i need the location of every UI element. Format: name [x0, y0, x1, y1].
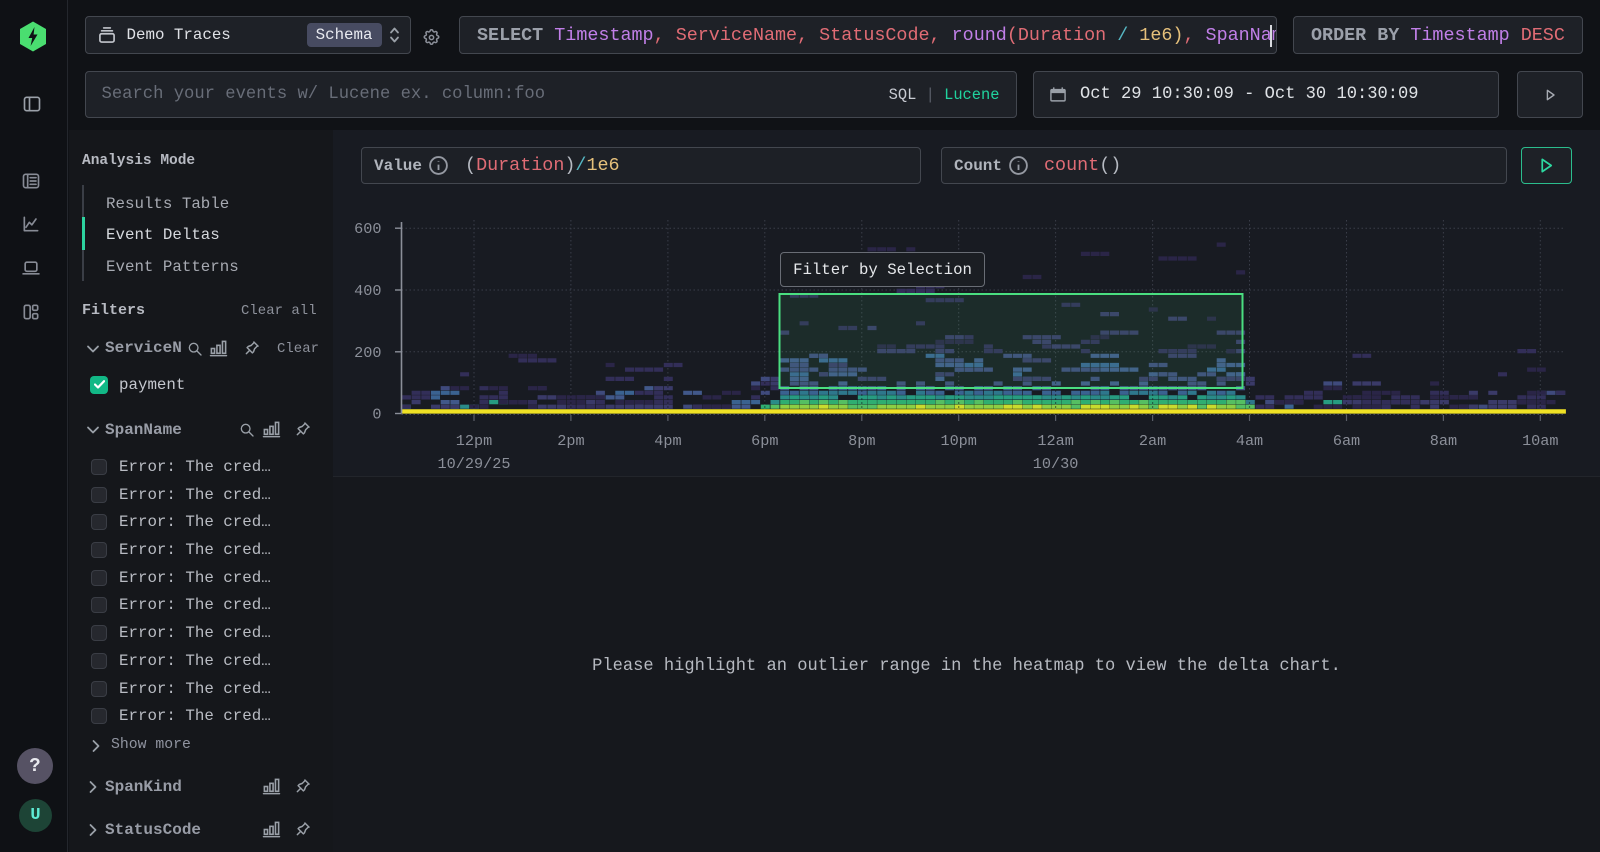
svg-text:400: 400: [354, 282, 381, 300]
svg-text:10/29/25: 10/29/25: [438, 455, 511, 473]
svg-text:8pm: 8pm: [848, 432, 875, 450]
svg-text:4pm: 4pm: [654, 432, 681, 450]
svg-text:4am: 4am: [1236, 432, 1263, 450]
svg-text:200: 200: [354, 344, 381, 362]
svg-text:12pm: 12pm: [456, 432, 492, 450]
svg-text:12am: 12am: [1037, 432, 1073, 450]
svg-text:10pm: 10pm: [940, 432, 976, 450]
svg-text:8am: 8am: [1430, 432, 1457, 450]
svg-text:6am: 6am: [1333, 432, 1360, 450]
svg-text:2pm: 2pm: [557, 432, 584, 450]
svg-text:0: 0: [372, 406, 381, 424]
svg-text:600: 600: [354, 220, 381, 238]
svg-text:2am: 2am: [1139, 432, 1166, 450]
svg-text:6pm: 6pm: [751, 432, 778, 450]
svg-text:10/30: 10/30: [1033, 455, 1079, 473]
svg-text:10am: 10am: [1522, 432, 1558, 450]
